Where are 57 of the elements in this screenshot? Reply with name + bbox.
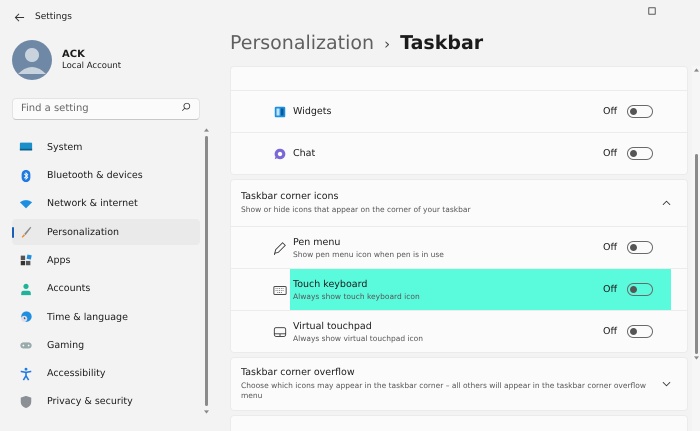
back-arrow-icon[interactable] [14, 12, 25, 22]
chevron-icon[interactable] [662, 381, 671, 387]
widgets-icon [273, 104, 287, 118]
toggle-switch[interactable] [627, 241, 653, 254]
scroll-up-icon[interactable] [694, 68, 698, 72]
sidebar-item[interactable]: Apps [12, 247, 200, 274]
account-type: Local Account [62, 61, 122, 71]
breadcrumb-parent[interactable]: Personalization [230, 32, 374, 54]
sidebar-item[interactable]: Network & internet [12, 190, 200, 218]
breadcrumb-separator: › [384, 35, 390, 53]
toggle-switch[interactable] [627, 283, 653, 296]
setting-label: Chat [293, 148, 316, 159]
setting-label: Touch keyboard [293, 278, 368, 290]
apps-icon [19, 253, 33, 268]
sidebar-item[interactable]: Gaming [12, 332, 200, 359]
setting-label: Virtual touchpad [293, 320, 373, 332]
chevron-icon[interactable] [662, 200, 671, 206]
search-icon [181, 102, 191, 112]
shield-icon [19, 394, 33, 409]
accessibility-icon [19, 366, 33, 381]
toggle-switch[interactable] [627, 105, 653, 118]
globe-clock-icon [19, 310, 33, 324]
search-field[interactable]: Find a setting [12, 98, 200, 120]
bluetooth-icon [19, 168, 33, 183]
scroll-down-icon[interactable] [204, 410, 208, 414]
sidebar-item[interactable]: Bluetooth & devices [12, 162, 200, 189]
sidebar-item[interactable]: Privacy & security [12, 388, 200, 416]
sidebar-item[interactable]: System [12, 134, 200, 160]
maximize-icon[interactable] [648, 7, 656, 15]
section-title: Taskbar corner overflow [241, 366, 356, 378]
sidebar-item[interactable]: Accessibility [12, 360, 200, 387]
scroll-down-icon[interactable] [694, 356, 698, 360]
section-title: Taskbar corner icons [241, 190, 340, 202]
scrollbar-thumb[interactable] [204, 136, 208, 406]
window-title: Settings [35, 12, 72, 22]
scroll-up-icon[interactable] [204, 128, 208, 132]
toggle-state-text: Off [602, 284, 617, 295]
brush-icon [19, 225, 33, 240]
toggle-state-text: Off [602, 148, 617, 159]
page-title: Taskbar [400, 32, 484, 54]
pen-icon [273, 240, 287, 254]
toggle-switch[interactable] [627, 147, 653, 160]
setting-label: Pen menu [293, 236, 342, 248]
sidebar-item[interactable]: Personalization [12, 218, 200, 246]
avatar-placeholder [12, 40, 52, 80]
setting-label: Widgets [293, 106, 332, 117]
toggle-state-text: Off [602, 326, 617, 337]
person-icon [19, 282, 33, 296]
toggle-state-text: Off [602, 242, 617, 253]
toggle-switch[interactable] [627, 325, 653, 338]
chat-icon [273, 146, 287, 160]
toggle-state-text: Off [602, 106, 617, 117]
scrollbar-thumb[interactable] [694, 154, 698, 354]
sidebar-item[interactable]: Time & language [12, 304, 200, 330]
account-name: ACK [62, 49, 86, 60]
touchpad-icon [273, 324, 287, 338]
sidebar-item[interactable]: Accounts [12, 275, 200, 302]
